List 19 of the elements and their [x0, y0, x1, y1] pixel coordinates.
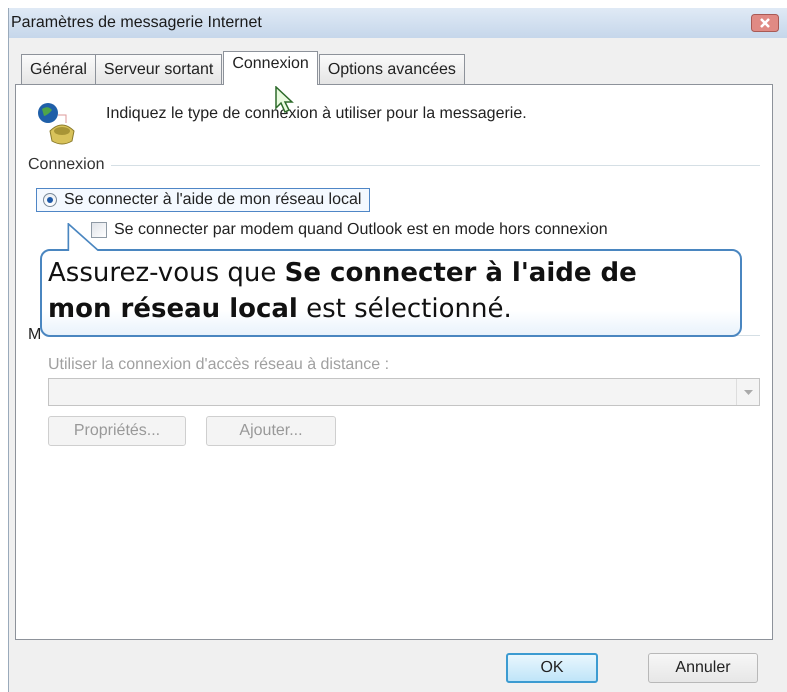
tab[interactable]: Connexion — [223, 51, 318, 85]
group-label: M — [28, 326, 42, 344]
checkbox-label: Se connecter par modem quand Outlook est en mode hors connexion — [114, 221, 608, 239]
dropdown-field[interactable] — [48, 378, 760, 406]
callout-text: Assurez-vous que Se connecter à l'aide de mon réseau local est sélectionné. — [48, 257, 638, 326]
dropdown-arrow-icon — [744, 390, 752, 394]
radio-label: Se connecter à l'aide de mon réseau local — [64, 191, 362, 209]
tab[interactable]: Options avancées — [318, 54, 465, 84]
tab[interactable]: Général — [21, 54, 96, 84]
dialup-label: Utiliser la connexion d'accès réseau à distance : — [48, 356, 390, 374]
tab[interactable]: Serveur sortant — [94, 54, 222, 84]
dialog-button[interactable]: OK — [506, 653, 598, 683]
radio-button[interactable] — [43, 193, 57, 207]
group-label: Connexion — [28, 156, 104, 174]
window-title: Paramètres de messagerie Internet — [11, 14, 262, 32]
checkbox[interactable] — [91, 222, 107, 238]
close-icon[interactable] — [751, 14, 779, 32]
dialog-button[interactable]: Annuler — [648, 653, 758, 683]
intro-text: Indiquez le type de connexion à utiliser pour la messagerie. — [106, 105, 527, 123]
